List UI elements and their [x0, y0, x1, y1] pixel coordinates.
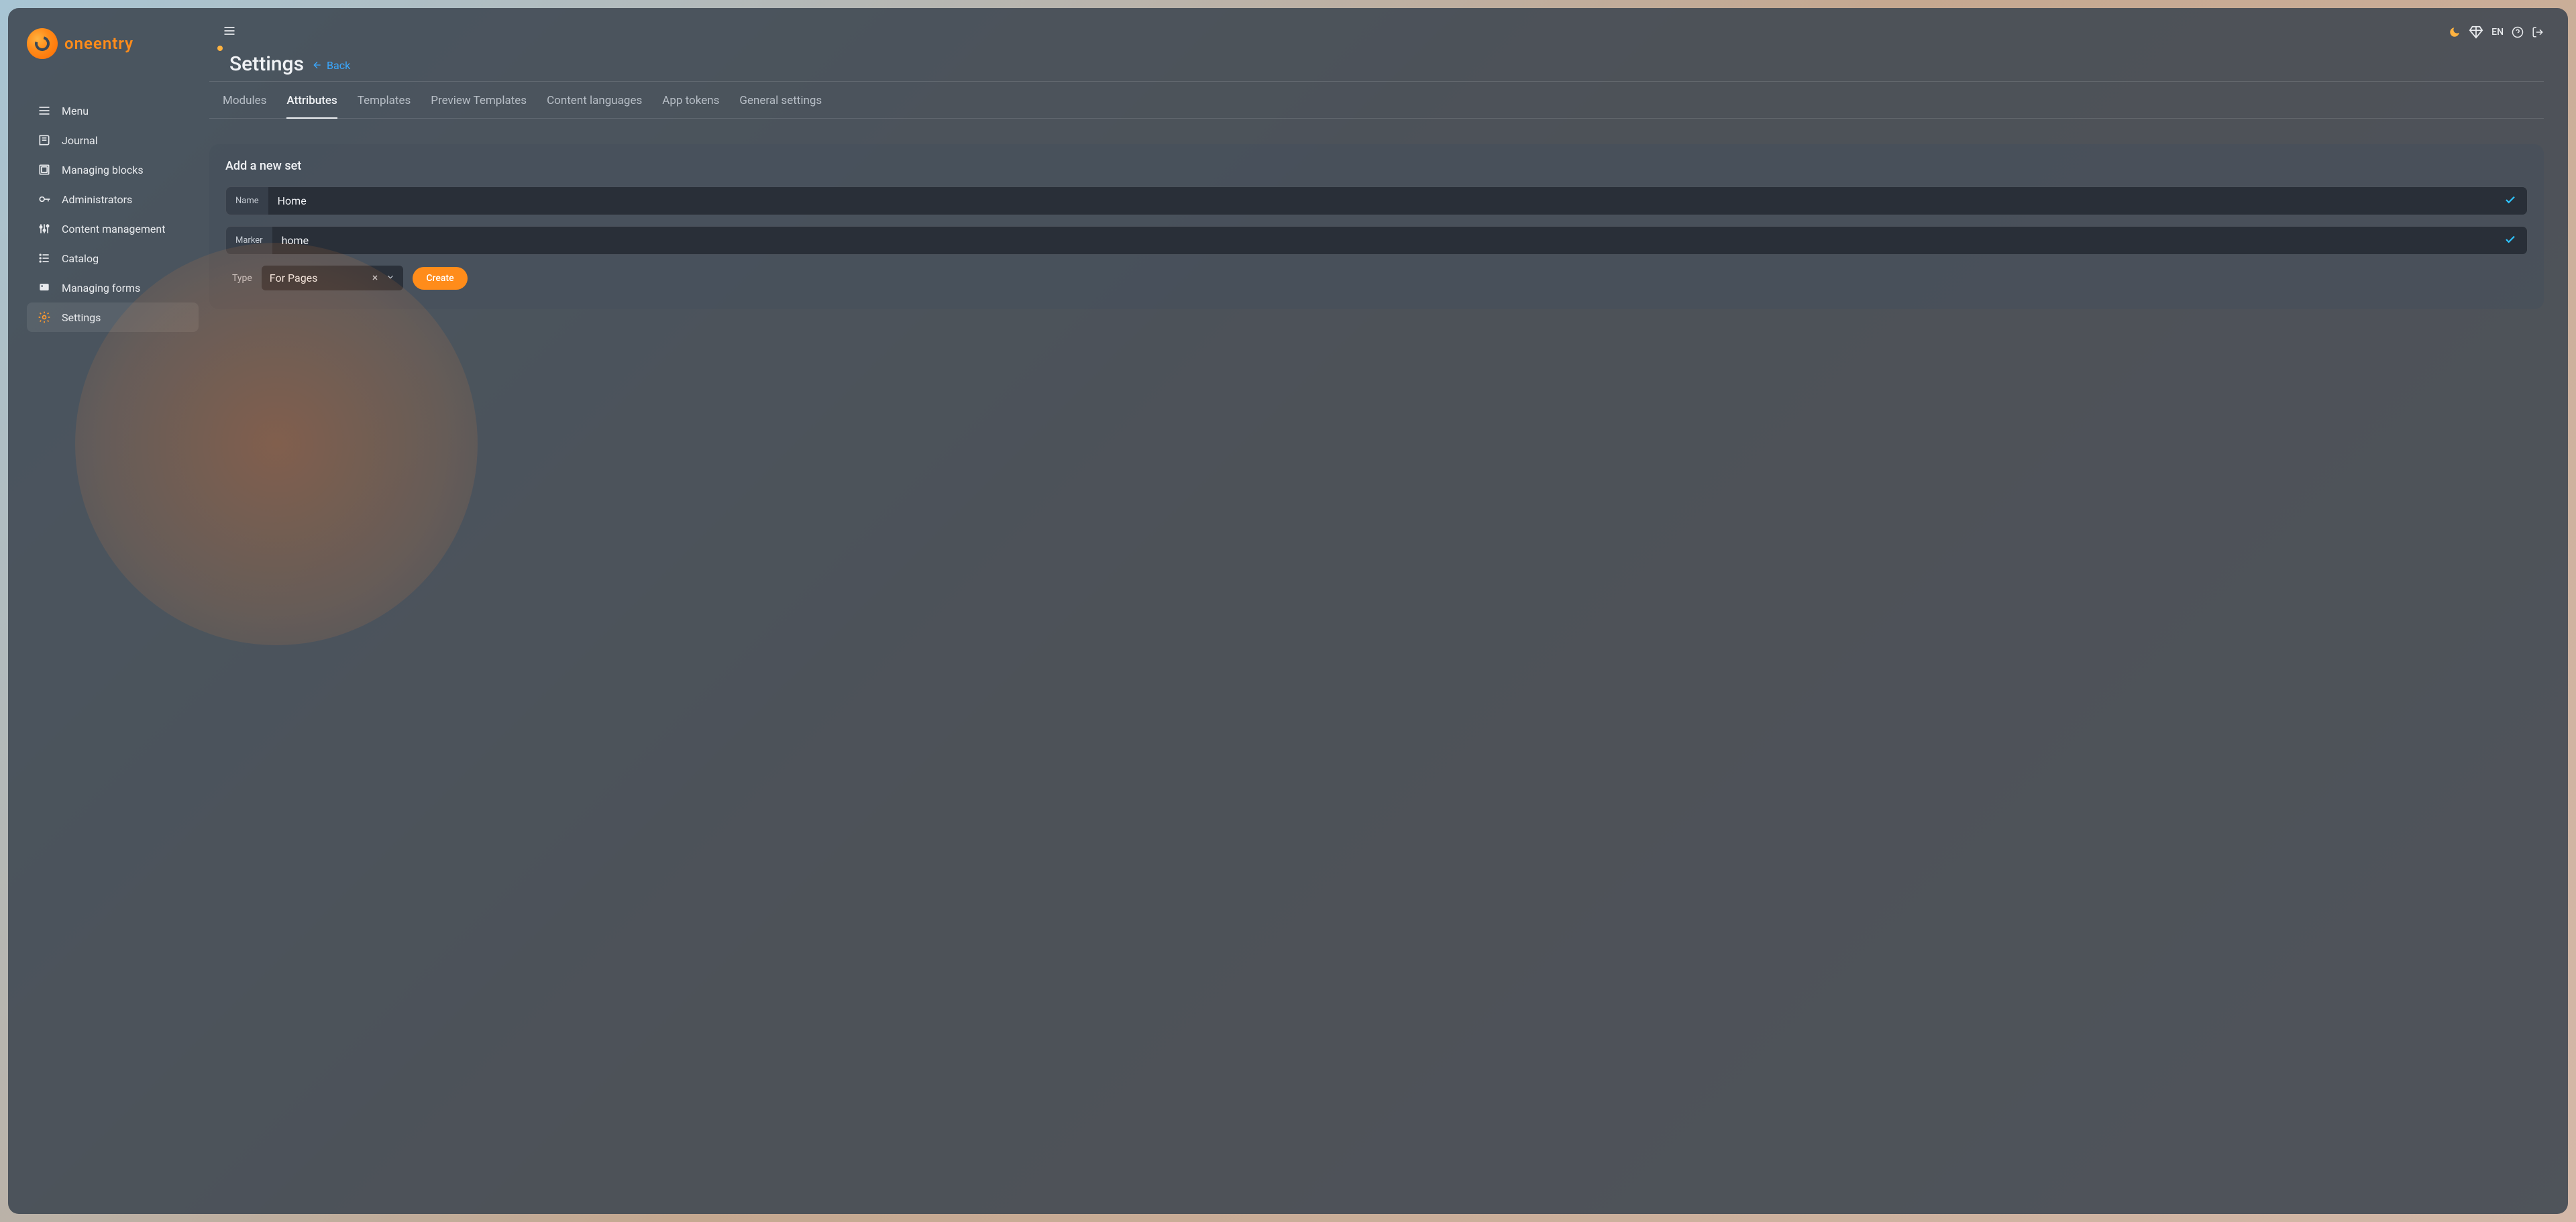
name-input[interactable]: [268, 187, 2504, 215]
sidebar-nav: Menu Journal Managing blocks: [8, 96, 209, 332]
select-controls: [371, 272, 395, 284]
form-icon: [38, 281, 51, 294]
sidebar-item-settings[interactable]: Settings: [27, 302, 199, 332]
topbar-actions: EN: [2449, 25, 2544, 40]
tab-general-settings[interactable]: General settings: [739, 94, 822, 118]
tab-content-languages[interactable]: Content languages: [547, 94, 642, 118]
clear-icon[interactable]: [371, 272, 379, 284]
page-title: Settings: [229, 52, 304, 76]
key-icon: [38, 192, 51, 206]
name-label: Name: [226, 187, 268, 215]
sidebar-item-catalog[interactable]: Catalog: [8, 243, 209, 273]
sidebar-item-label: Managing forms: [62, 282, 140, 294]
topbar: EN: [209, 8, 2568, 40]
type-select[interactable]: For Pages: [262, 266, 404, 290]
sidebar-item-label: Managing blocks: [62, 164, 144, 176]
menu-icon: [38, 104, 51, 117]
tab-app-tokens[interactable]: App tokens: [662, 94, 719, 118]
sidebar-item-managing-forms[interactable]: Managing forms: [8, 273, 209, 302]
add-set-card: Add a new set Name Marker: [209, 144, 2544, 309]
marker-label: Marker: [226, 227, 272, 254]
sidebar-item-label: Journal: [62, 134, 98, 147]
blocks-icon: [38, 163, 51, 176]
layout-container: oneentry Menu Journal: [8, 8, 2568, 1214]
journal-icon: [38, 133, 51, 147]
tab-templates[interactable]: Templates: [358, 94, 411, 118]
sidebar: oneentry Menu Journal: [8, 8, 209, 1214]
tab-attributes[interactable]: Attributes: [286, 94, 337, 118]
tab-preview-templates[interactable]: Preview Templates: [431, 94, 527, 118]
back-label: Back: [327, 59, 350, 72]
page-header: Settings Back: [209, 40, 2568, 76]
diamond-icon[interactable]: [2469, 25, 2483, 40]
type-label: Type: [225, 273, 252, 284]
create-button[interactable]: Create: [413, 267, 467, 290]
tab-modules[interactable]: Modules: [223, 94, 266, 118]
sidebar-item-administrators[interactable]: Administrators: [8, 184, 209, 214]
sliders-icon: [38, 222, 51, 235]
list-icon: [38, 252, 51, 265]
name-field-row: Name: [225, 186, 2528, 215]
sidebar-item-managing-blocks[interactable]: Managing blocks: [8, 155, 209, 184]
sidebar-item-label: Administrators: [62, 193, 132, 206]
check-icon: [2504, 233, 2516, 248]
logout-icon[interactable]: [2532, 26, 2544, 38]
tabs: Modules Attributes Templates Preview Tem…: [209, 81, 2544, 119]
card-title: Add a new set: [225, 159, 2528, 173]
name-input-wrap: [268, 187, 2527, 215]
language-selector[interactable]: EN: [2491, 27, 2504, 38]
sidebar-item-label: Content management: [62, 223, 165, 235]
main-content: EN Settings Back Modules: [209, 8, 2568, 1214]
moon-icon[interactable]: [2449, 26, 2461, 38]
logo-text: oneentry: [64, 34, 133, 53]
sidebar-item-label: Menu: [62, 105, 89, 117]
chevron-down-icon[interactable]: [386, 272, 395, 284]
type-select-value: For Pages: [270, 272, 318, 284]
sidebar-item-label: Settings: [62, 311, 101, 324]
marker-field-row: Marker: [225, 226, 2528, 255]
status-dot-icon: [217, 46, 223, 51]
marker-input-wrap: [272, 227, 2527, 254]
sidebar-item-menu[interactable]: Menu: [8, 96, 209, 125]
gear-icon: [38, 311, 51, 324]
check-icon: [2504, 194, 2516, 209]
help-icon[interactable]: [2512, 26, 2524, 38]
sidebar-item-content-management[interactable]: Content management: [8, 214, 209, 243]
back-link[interactable]: Back: [312, 59, 350, 72]
hamburger-icon[interactable]: [223, 24, 236, 40]
sidebar-item-label: Catalog: [62, 252, 99, 265]
marker-input[interactable]: [272, 227, 2504, 254]
sidebar-item-journal[interactable]: Journal: [8, 125, 209, 155]
type-row: Type For Pages Create: [225, 266, 2528, 290]
logo[interactable]: oneentry: [8, 28, 209, 59]
arrow-left-icon: [312, 60, 323, 70]
logo-icon: [27, 28, 58, 59]
app-window: oneentry Menu Journal: [8, 8, 2568, 1214]
